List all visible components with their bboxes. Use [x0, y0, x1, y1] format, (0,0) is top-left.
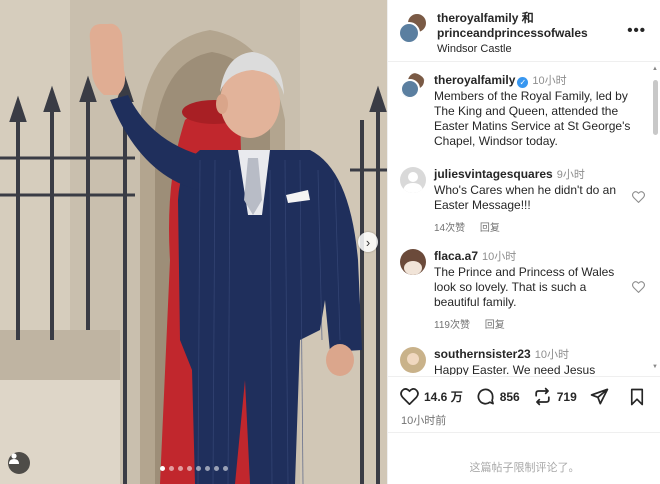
comment-like-count[interactable]: 119次赞	[434, 320, 470, 331]
like-button[interactable]: 14.6 万	[400, 388, 463, 405]
scrollbar-thumb[interactable]	[653, 80, 658, 135]
post-timestamp[interactable]: 10小时前	[401, 412, 446, 428]
author-connector: 和	[518, 11, 534, 25]
avatar[interactable]	[400, 249, 426, 275]
repost-icon	[535, 387, 550, 406]
comment-time[interactable]: 9小时	[557, 169, 585, 181]
carousel-dot	[178, 466, 183, 471]
comment-time[interactable]: 10小时	[535, 349, 569, 361]
location-link[interactable]: Windsor Castle	[437, 43, 627, 55]
comment-text: The Prince and Princess of Wales look so…	[434, 265, 615, 309]
caption-text: Members of the Royal Family, led by The …	[434, 89, 631, 148]
person-icon	[9, 453, 19, 464]
reply-button[interactable]: 回复	[480, 223, 500, 234]
post-actions: 14.6 万 856 719 10小时前	[388, 376, 660, 432]
tagged-users-button[interactable]	[8, 452, 30, 474]
avatar[interactable]	[400, 73, 426, 99]
carousel-dot	[205, 466, 210, 471]
comment-text: Happy Easter. We need Jesus	[434, 363, 596, 375]
scroll-down-arrow-icon[interactable]: ▼	[652, 364, 658, 370]
carousel-dot	[187, 466, 192, 471]
comment-username[interactable]: juliesvintagesquares	[434, 167, 553, 181]
avatar	[398, 22, 420, 44]
like-count[interactable]: 14.6 万	[424, 388, 463, 405]
comment-text: Who's Cares when he didn't do an Easter …	[434, 183, 617, 212]
caption-time[interactable]: 10小时	[532, 75, 566, 87]
more-horizontal-icon: •••	[627, 22, 646, 39]
author-link[interactable]: theroyalfamily	[437, 11, 518, 25]
caption-username[interactable]: theroyalfamily	[434, 73, 515, 87]
comment-time[interactable]: 10小时	[482, 251, 516, 263]
repost-count[interactable]: 719	[557, 390, 577, 404]
scroll-up-arrow-icon[interactable]: ▲	[652, 66, 658, 72]
carousel-indicator	[160, 466, 228, 471]
coauthor-avatars[interactable]	[398, 12, 428, 46]
next-image-button[interactable]: ›	[358, 232, 378, 252]
heart-icon[interactable]	[632, 281, 645, 293]
send-icon	[590, 388, 609, 405]
save-button[interactable]	[629, 388, 645, 411]
comment-button[interactable]: 856	[476, 387, 520, 406]
comment-username[interactable]: southernsister23	[434, 347, 531, 361]
comment-bubble-icon	[477, 388, 494, 405]
comment-count[interactable]: 856	[500, 390, 520, 404]
chevron-right-icon: ›	[365, 234, 371, 250]
photo-scene	[0, 0, 387, 484]
heart-icon[interactable]	[632, 191, 645, 203]
reply-button[interactable]: 回复	[485, 320, 505, 331]
comment-like-count[interactable]: 14次赞	[434, 223, 465, 234]
comments-restricted-footer: 这篇帖子限制评论了。	[388, 432, 660, 484]
post-photo[interactable]: ›	[0, 0, 387, 484]
more-options-button[interactable]: •••	[627, 22, 646, 39]
coauthor-link[interactable]: princeandprincessofwales	[437, 26, 588, 40]
avatar[interactable]	[400, 347, 426, 373]
carousel-dot	[169, 466, 174, 471]
avatar[interactable]	[400, 167, 426, 193]
share-button[interactable]	[590, 387, 609, 406]
carousel-dot	[196, 466, 201, 471]
post-details-panel: theroyalfamily 和 princeandprincessofwale…	[387, 0, 660, 484]
carousel-dot	[214, 466, 219, 471]
verified-badge-icon: ✓	[517, 77, 529, 88]
default-avatar-icon	[403, 172, 423, 193]
post-header: theroyalfamily 和 princeandprincessofwale…	[388, 0, 660, 62]
bookmark-icon	[630, 388, 644, 406]
comments-restricted-notice: 这篇帖子限制评论了。	[469, 462, 580, 474]
carousel-dot	[223, 466, 228, 471]
carousel-dot	[160, 466, 165, 471]
heart-icon	[400, 388, 419, 405]
repost-button[interactable]: 719	[533, 387, 577, 406]
comments-list[interactable]: theroyalfamily ✓ 10小时 Members of the Royal…	[388, 63, 660, 375]
comment-username[interactable]: flaca.a7	[434, 249, 478, 263]
